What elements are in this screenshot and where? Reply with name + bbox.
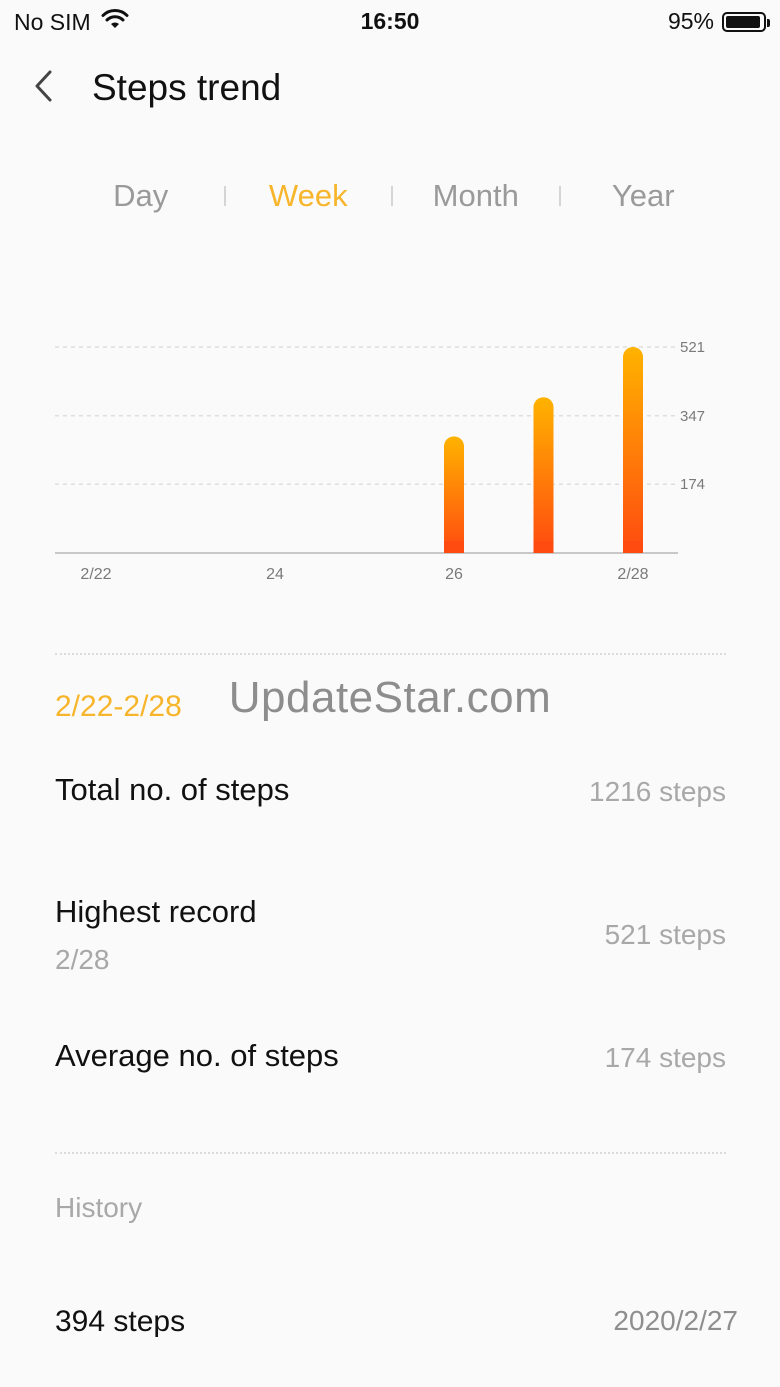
battery-icon <box>722 11 770 32</box>
chart-bar-base <box>533 541 554 553</box>
history-item-date: 2020/2/27 <box>613 1305 738 1336</box>
section-divider <box>55 1152 726 1154</box>
x-tick-label: 2/28 <box>617 566 648 583</box>
y-tick-label: 347 <box>680 408 705 425</box>
total-steps-label: Total no. of steps <box>55 772 290 807</box>
x-tick-label: 26 <box>445 566 463 583</box>
status-bar: No SIM 16:50 95% <box>0 0 780 44</box>
x-tick-label: 2/22 <box>80 566 111 583</box>
back-button[interactable] <box>24 66 64 110</box>
chart-svg: 174 347 521 2/22 24 26 2/28 <box>55 339 705 583</box>
history-item[interactable]: 394 steps 2020/2/27 <box>55 1300 738 1344</box>
header: Steps trend <box>0 56 780 120</box>
steps-bar-chart: 174 347 521 2/22 24 26 2/28 <box>0 300 780 600</box>
total-steps-value: 1216 steps <box>589 776 726 807</box>
total-steps-row: Total no. of steps 1216 steps <box>55 772 726 816</box>
section-divider <box>55 653 726 655</box>
tab-week[interactable]: Week <box>226 178 392 214</box>
battery-percent: 95% <box>667 8 714 34</box>
highest-record-label: Highest record <box>55 894 257 929</box>
watermark-text: UpdateStar.com <box>228 673 552 722</box>
highest-record-row: Highest record 2/28 521 steps <box>55 894 726 984</box>
average-steps-row: Average no. of steps 174 steps <box>55 1038 726 1082</box>
battery-tip <box>767 18 770 27</box>
average-steps-label: Average no. of steps <box>55 1038 339 1073</box>
chart-bar-base <box>444 541 464 553</box>
clock-time: 16:50 <box>360 8 420 34</box>
status-right: 95% <box>667 8 770 35</box>
history-label: History <box>55 1192 143 1223</box>
steps-trend-screen: No SIM 16:50 95% Steps trend Day Week Mo… <box>0 0 780 1387</box>
page-title: Steps trend <box>92 67 282 108</box>
highest-record-date: 2/28 <box>55 944 110 975</box>
chart-bar-base <box>623 541 643 553</box>
y-tick-label: 521 <box>680 339 705 356</box>
period-tabs: Day Week Month Year <box>58 170 726 222</box>
history-item-steps: 394 steps <box>55 1305 186 1338</box>
battery-fill <box>726 15 761 28</box>
chart-bar[interactable] <box>444 436 464 553</box>
y-tick-label: 174 <box>680 476 705 493</box>
highest-record-value: 521 steps <box>604 919 726 950</box>
chevron-left-icon <box>32 69 56 108</box>
chart-bar[interactable] <box>623 347 643 553</box>
tab-year[interactable]: Year <box>561 178 727 214</box>
tab-month[interactable]: Month <box>393 178 559 214</box>
tab-day[interactable]: Day <box>58 178 224 214</box>
average-steps-value: 174 steps <box>604 1042 726 1073</box>
x-tick-label: 24 <box>266 566 284 583</box>
chart-bar[interactable] <box>533 397 554 553</box>
